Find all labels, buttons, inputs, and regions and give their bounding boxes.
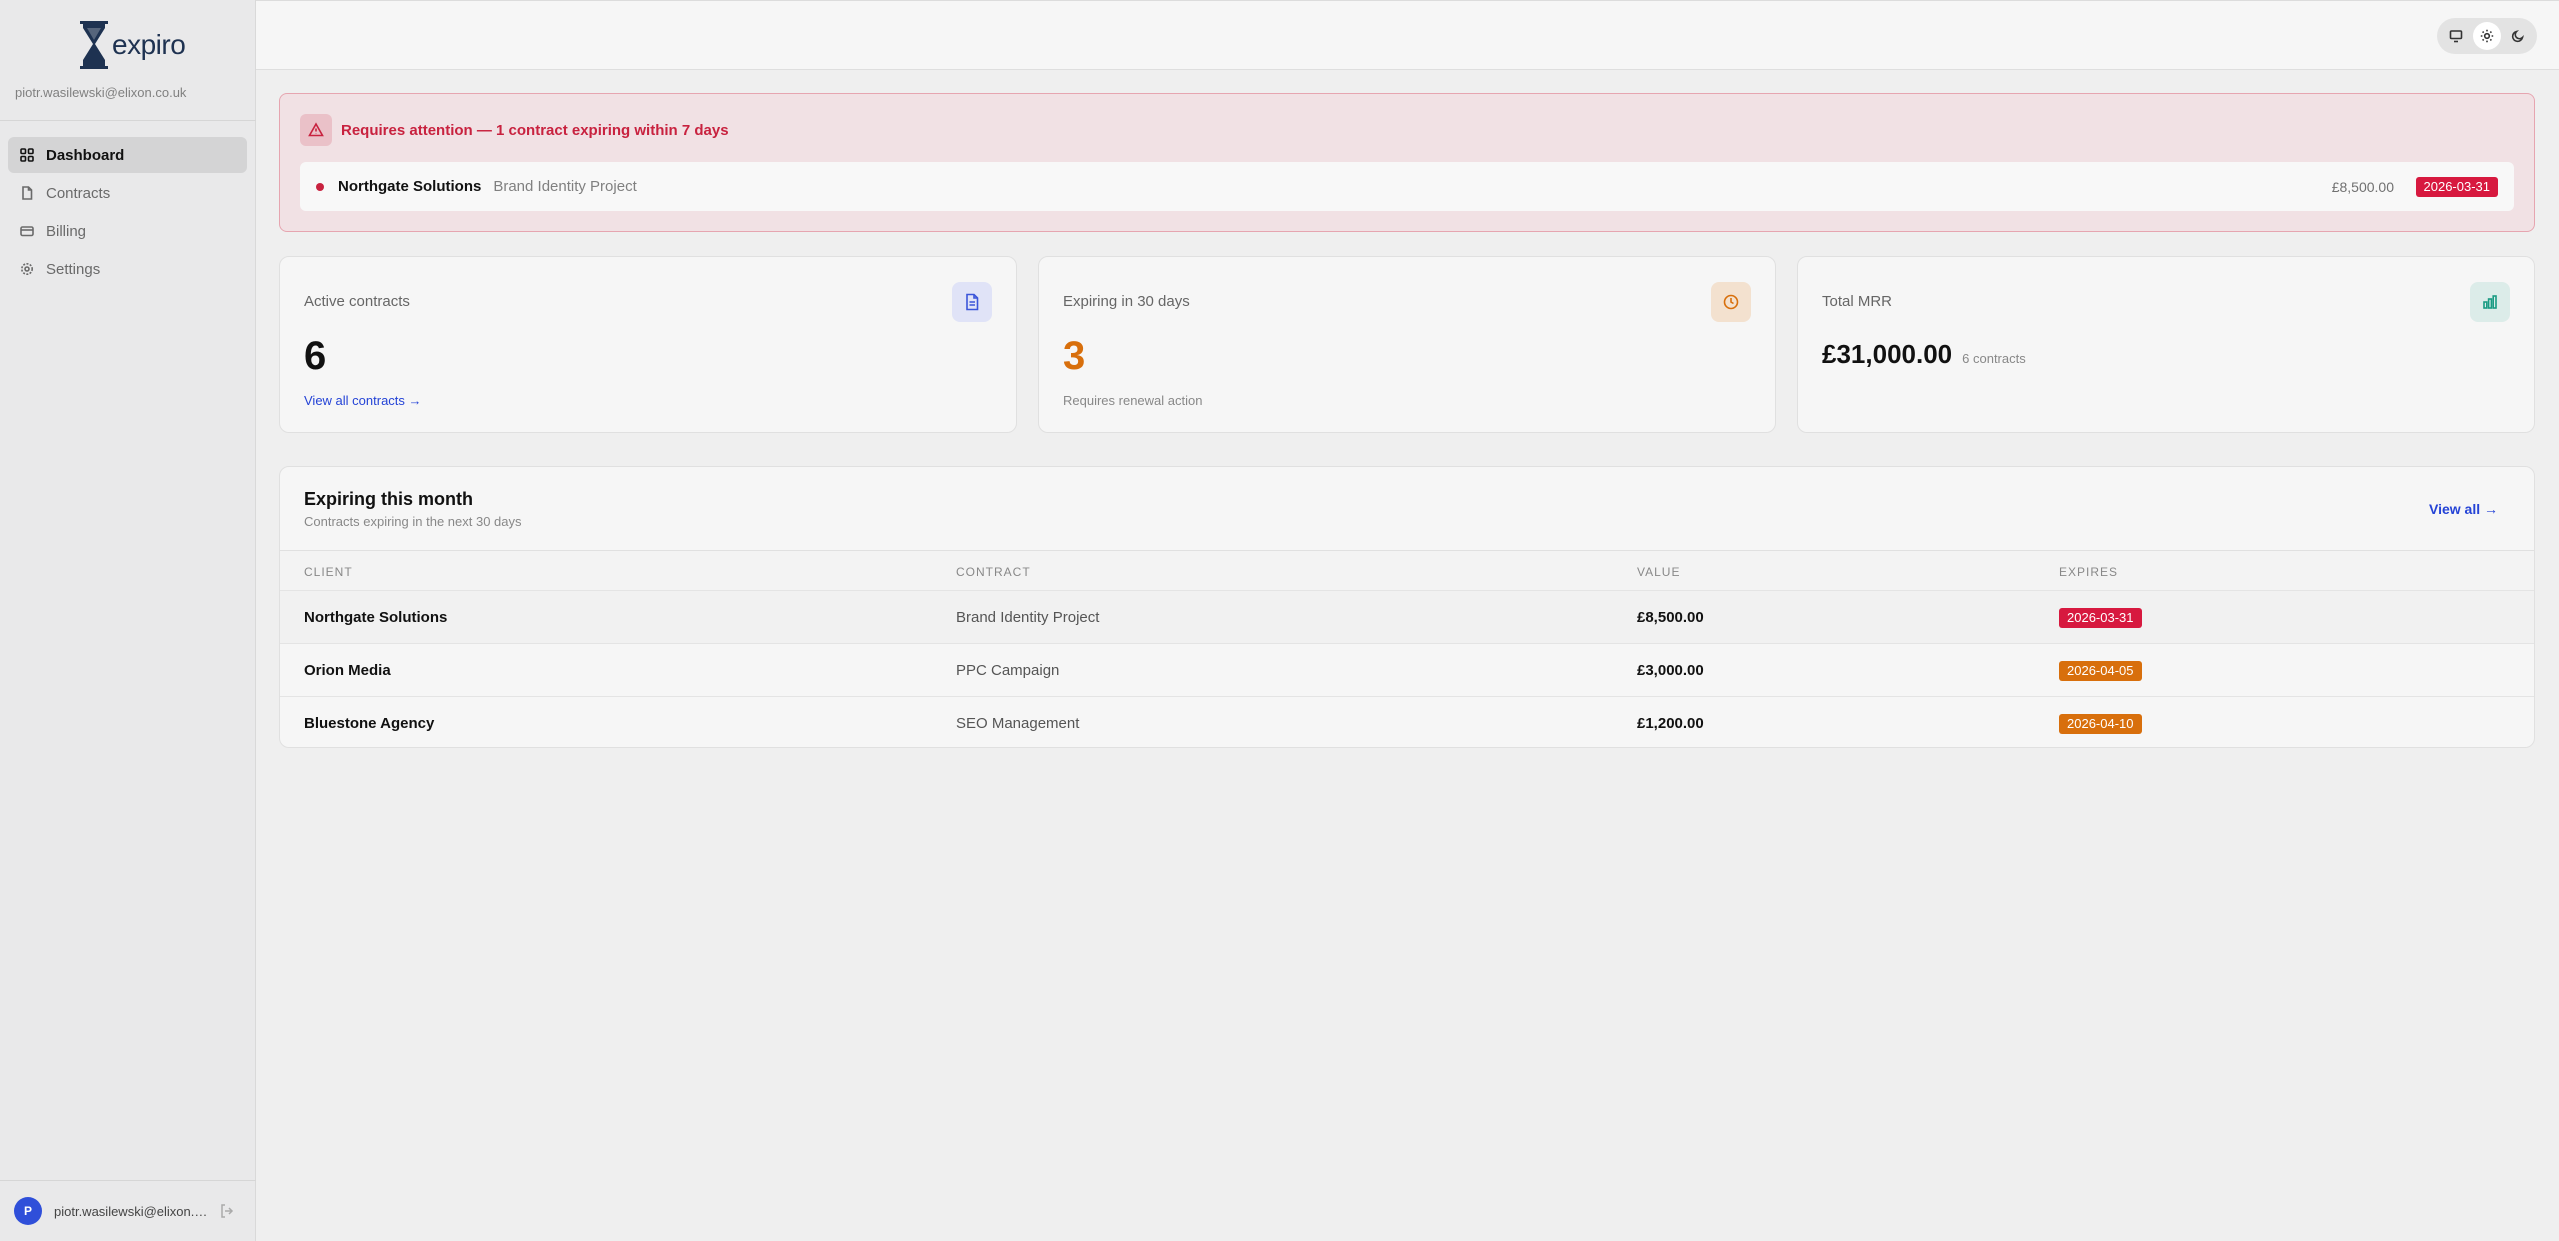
card-title: Active contracts [304, 293, 410, 310]
moon-icon [2511, 30, 2524, 43]
user-email: piotr.wasilewski@elixon.c... [54, 1203, 209, 1219]
sun-icon [2480, 29, 2494, 43]
alert-contract: Brand Identity Project [493, 178, 637, 195]
alert-contract-row[interactable]: Northgate Solutions Brand Identity Proje… [300, 162, 2514, 211]
card-icon [20, 226, 34, 237]
gear-icon [21, 263, 33, 275]
alert-title: Requires attention — 1 contract expiring… [341, 122, 729, 139]
theme-system-button[interactable] [2442, 22, 2470, 50]
theme-toggle [2437, 18, 2537, 54]
alert-client: Northgate Solutions [338, 178, 482, 195]
panel-title: Expiring this month [304, 489, 473, 509]
cell-value: £8,500.00 [1637, 609, 1704, 626]
active-contracts-card: Active contracts 6 View all contracts → [279, 256, 1017, 433]
column-header-expires: EXPIRES [2059, 565, 2119, 579]
sidebar-item-label: Contracts [46, 184, 111, 202]
table-row[interactable]: Orion Media PPC Campaign £3,000.00 2026-… [280, 643, 2534, 696]
cell-client: Northgate Solutions [304, 609, 448, 626]
card-subtitle: Requires renewal action [1063, 393, 1203, 408]
expiry-badge: 2026-04-10 [2059, 714, 2142, 734]
logout-icon[interactable] [219, 1203, 235, 1219]
expiry-badge: 2026-03-31 [2059, 608, 2142, 628]
status-dot [316, 182, 324, 191]
expiring-card: Expiring in 30 days 3 Requires renewal a… [1038, 256, 1776, 433]
mrr-card: Total MRR £31,000.00 6 contracts [1797, 256, 2535, 433]
document-icon [952, 282, 992, 322]
hourglass-icon [80, 21, 108, 69]
brand-name: expiro [112, 29, 186, 60]
table-row[interactable]: Bluestone Agency SEO Management £1,200.0… [280, 696, 2534, 747]
sidebar-item-label: Billing [46, 222, 87, 240]
monitor-icon [2450, 30, 2463, 43]
expiring-table-panel: Expiring this month Contracts expiring i… [279, 466, 2535, 748]
cell-contract: Brand Identity Project [956, 609, 1100, 626]
top-bar [256, 0, 2559, 70]
attention-alert: Requires attention — 1 contract expiring… [279, 93, 2535, 232]
divider [0, 120, 256, 121]
sidebar-item-contracts[interactable]: Contracts [8, 175, 247, 211]
card-title: Expiring in 30 days [1063, 293, 1190, 310]
sidebar-item-dashboard[interactable]: Dashboard [8, 137, 247, 173]
alert-value: £8,500.00 [2331, 178, 2394, 195]
clock-icon [1711, 282, 1751, 322]
sidebar: expiro piotr.wasilewski@elixon.co.uk Das… [0, 0, 256, 1241]
sidebar-item-label: Settings [46, 260, 101, 278]
logo[interactable]: expiro [78, 20, 186, 70]
sidebar-nav: Dashboard Contracts Billing Settings [8, 137, 247, 289]
card-value: 6 [304, 334, 327, 378]
warning-icon [300, 114, 332, 146]
cell-client: Bluestone Agency [304, 715, 435, 732]
card-subtitle: 6 contracts [1962, 351, 2026, 366]
view-all-contracts-link[interactable]: View all contracts → [304, 393, 422, 408]
account-email: piotr.wasilewski@elixon.co.uk [15, 85, 187, 100]
grid-icon [20, 148, 34, 162]
sidebar-item-label: Dashboard [46, 146, 125, 164]
card-value: £31,000.00 [1822, 339, 1953, 369]
sidebar-item-billing[interactable]: Billing [8, 213, 247, 249]
mrr-summary: £31,000.00 6 contracts [1822, 339, 2026, 370]
expiry-badge: 2026-03-31 [2415, 176, 2498, 197]
theme-light-button[interactable] [2472, 22, 2501, 50]
cell-contract: SEO Management [956, 715, 1080, 732]
cell-value: £3,000.00 [1637, 662, 1704, 679]
column-header-contract: CONTRACT [956, 565, 1031, 579]
card-title: Total MRR [1822, 293, 1893, 310]
sidebar-item-settings[interactable]: Settings [8, 251, 247, 287]
avatar[interactable]: P [14, 1197, 42, 1225]
table-header: CLIENT CONTRACT VALUE EXPIRES [280, 550, 2534, 590]
divider [0, 1180, 256, 1181]
column-header-value: VALUE [1637, 565, 1681, 579]
card-value: 3 [1063, 334, 1086, 378]
expiry-badge: 2026-04-05 [2059, 661, 2142, 681]
view-all-link[interactable]: View all → [2429, 501, 2498, 517]
user-menu[interactable]: P piotr.wasilewski@elixon.c... [14, 1197, 244, 1225]
panel-subtitle: Contracts expiring in the next 30 days [304, 514, 522, 529]
cell-client: Orion Media [304, 662, 391, 679]
bar-chart-icon [2470, 282, 2510, 322]
table-row[interactable]: Northgate Solutions Brand Identity Proje… [280, 590, 2534, 643]
cell-contract: PPC Campaign [956, 662, 1060, 679]
column-header-client: CLIENT [304, 565, 353, 579]
cell-value: £1,200.00 [1637, 715, 1704, 732]
file-icon [22, 186, 33, 200]
theme-dark-button[interactable] [2504, 22, 2532, 50]
